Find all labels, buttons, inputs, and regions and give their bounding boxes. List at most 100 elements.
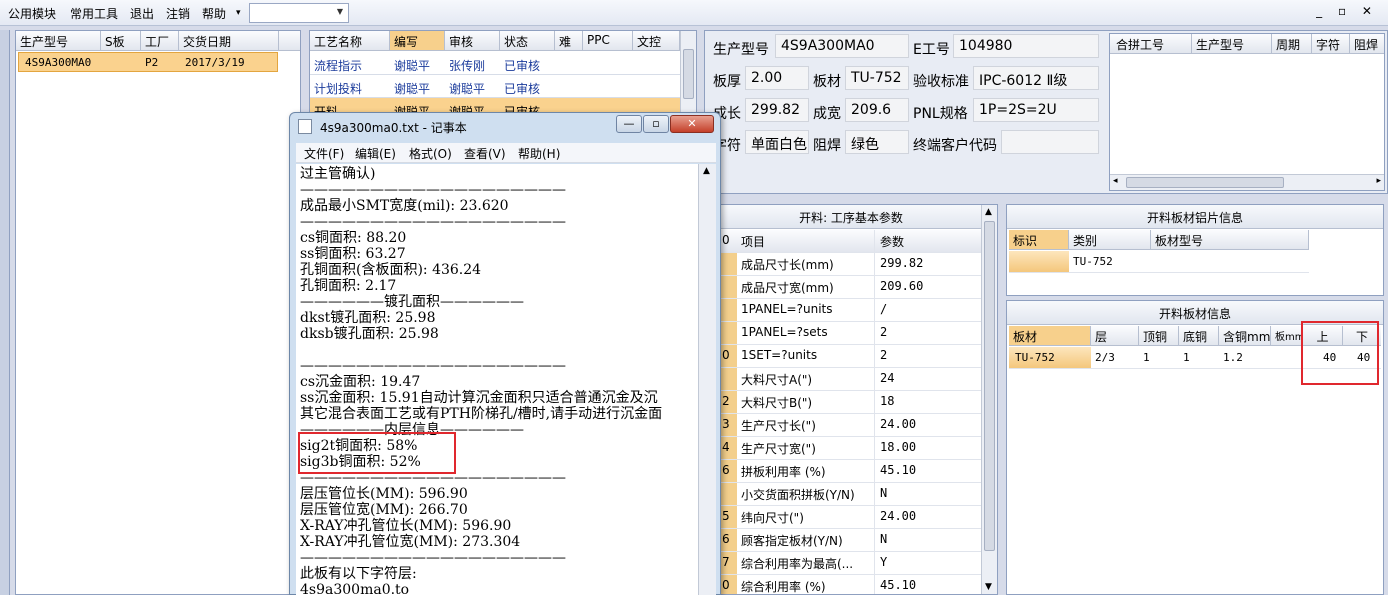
table-row[interactable]: 成品尺寸宽(mm) 209.60 [719, 276, 983, 299]
col-header-bottom-cu[interactable]: 底铜 [1179, 326, 1219, 345]
table-row[interactable]: 7 综合利用率为最高(... Y [719, 552, 983, 575]
menu-logout[interactable]: 注销 [166, 5, 190, 22]
col-header-ppc[interactable]: PPC [583, 31, 633, 50]
row-type: TU-752 [1073, 255, 1113, 268]
menu-common-module[interactable]: 公用模块 [8, 5, 56, 22]
row-item: 生产尺寸长(") [737, 414, 875, 436]
menu-format[interactable]: 格式(O) [409, 145, 452, 162]
col-header-cycle[interactable]: 周期 [1272, 34, 1312, 53]
table-row[interactable]: TU-752 [1009, 251, 1309, 273]
chevron-down-icon[interactable]: ▼ [337, 7, 343, 16]
table-row[interactable]: 4S9A300MA0 P2 2017/3/19 [18, 52, 278, 72]
col-header-cu-mm[interactable]: 含铜mm [1219, 326, 1271, 345]
model-field[interactable]: 4S9A300MA0 [775, 34, 909, 58]
thickness-field[interactable]: 2.00 [745, 66, 809, 90]
col-header-reviewer[interactable]: 审核 [445, 31, 500, 50]
col-header-mark[interactable]: 标识 [1009, 230, 1069, 249]
minimize-button[interactable]: — [616, 115, 642, 133]
col-header-process-name[interactable]: 工艺名称 [310, 31, 390, 50]
notepad-title: 4s9a300ma0.txt - 记事本 [320, 121, 467, 135]
col-header-status[interactable]: 状态 [500, 31, 555, 50]
col-header-top-cu[interactable]: 顶铜 [1139, 326, 1179, 345]
e-number-field[interactable]: 104980 [953, 34, 1099, 58]
scrollbar-thumb[interactable] [984, 221, 995, 551]
combined-jobs-grid: 合拼工号 生产型号 周期 字符 阻焊 ◂ ▸ [1109, 33, 1385, 191]
table-row[interactable]: 计划投料 谢聪平 谢聪平 已审核 [310, 75, 680, 98]
notepad-text-area[interactable]: 过主管确认) ——————————————————— 成品最小SMT宽度(mil… [296, 164, 698, 595]
toolbar-combo[interactable]: ▼ [249, 3, 349, 23]
notepad-scrollbar[interactable]: ▲ [698, 164, 716, 595]
table-row[interactable]: 2 大料尺寸B(") 18 [719, 391, 983, 414]
scroll-down-icon[interactable]: ▼ [985, 582, 992, 592]
col-header-type[interactable]: 类别 [1069, 230, 1151, 249]
col-header-layer[interactable]: 层 [1091, 326, 1139, 345]
table-row[interactable]: 1PANEL=?sets 2 [719, 322, 983, 345]
table-row[interactable]: 0 综合利用率 (%) 45.10 [719, 575, 983, 594]
table-row[interactable]: 成品尺寸长(mm) 299.82 [719, 253, 983, 276]
table-row[interactable]: 流程指示 谢聪平 张传刚 已审核 [310, 52, 680, 75]
table-row[interactable]: 小交货面积拼板(Y/N) N [719, 483, 983, 506]
table-row[interactable]: 6 顾客指定板材(Y/N) N [719, 529, 983, 552]
left-collapse-strip[interactable] [0, 30, 10, 595]
scroll-up-icon[interactable]: ▲ [985, 207, 992, 217]
row-index: 5 [719, 506, 737, 528]
col-header-combined-job[interactable]: 合拼工号 [1110, 34, 1192, 53]
table-row[interactable]: 4 生产尺寸宽(") 18.00 [719, 437, 983, 460]
table-row[interactable]: 0 1SET=?units 2 [719, 345, 983, 368]
col-header-writer[interactable]: 编写 [390, 31, 445, 50]
col-header-silkscreen[interactable]: 字符 [1312, 34, 1350, 53]
scroll-up-icon[interactable]: ▲ [703, 166, 710, 176]
col-header-board-model[interactable]: 板材型号 [1151, 230, 1309, 249]
maximize-button[interactable]: ▫ [643, 115, 669, 133]
col-header-soldermask[interactable]: 阻焊 [1350, 34, 1386, 53]
mdi-window-controls[interactable]: _ ▫ ✕ [1316, 4, 1378, 18]
row-index: 2 [719, 391, 737, 413]
scrollbar-thumb[interactable] [1126, 177, 1284, 188]
col-header-delivery-date[interactable]: 交货日期 [179, 31, 279, 50]
text-line: cs沉金面积: 19.47 [300, 374, 421, 390]
combined-jobs-hscrollbar[interactable]: ◂ ▸ [1110, 174, 1384, 190]
close-button[interactable]: ✕ [670, 115, 714, 133]
table-row[interactable]: 大料尺寸A(") 24 [719, 368, 983, 391]
material-field[interactable]: TU-752 [845, 66, 909, 90]
menu-edit[interactable]: 编辑(E) [355, 145, 396, 162]
col-header-param[interactable]: 参数 [876, 230, 983, 252]
table-row[interactable]: 5 纬向尺寸(") 24.00 [719, 506, 983, 529]
table-row[interactable]: 6 拼板利用率 (%) 45.10 [719, 460, 983, 483]
col-header-board[interactable]: 板材 [1009, 326, 1091, 345]
row-top-cu: 1 [1143, 351, 1150, 364]
col-header-board-mm[interactable]: 板mm [1271, 326, 1303, 345]
silkscreen-field[interactable]: 单面白色 [745, 130, 809, 154]
table-row[interactable]: 1PANEL=?units / [719, 299, 983, 322]
pnl-field[interactable]: 1P=2S=2U [973, 98, 1099, 122]
text-line: 过主管确认) [300, 166, 376, 182]
scroll-right-icon[interactable]: ▸ [1376, 176, 1381, 186]
menu-exit[interactable]: 退出 [130, 5, 154, 22]
col-header-index: 0 [722, 233, 730, 247]
process-params-scrollbar[interactable]: ▲ ▼ [981, 205, 997, 594]
help-dropdown-icon[interactable]: ▾ [236, 8, 241, 18]
col-header-factory[interactable]: 工厂 [141, 31, 179, 50]
soldermask-field[interactable]: 绿色 [845, 130, 909, 154]
process-list-scrollbar[interactable] [680, 31, 696, 119]
menu-file[interactable]: 文件(F) [304, 145, 344, 162]
text-line: ss沉金面积: 15.91自动计算沉金面积只适合普通沉金及沉 [300, 390, 658, 406]
col-header-difficulty[interactable]: 难 [555, 31, 583, 50]
width-field[interactable]: 209.6 [845, 98, 909, 122]
col-header-model[interactable]: 生产型号 [16, 31, 101, 50]
scroll-left-icon[interactable]: ◂ [1113, 176, 1118, 186]
col-header-model[interactable]: 生产型号 [1192, 34, 1272, 53]
table-row[interactable]: 3 生产尺寸长(") 24.00 [719, 414, 983, 437]
col-header-s-board[interactable]: S板 [101, 31, 141, 50]
scrollbar-thumb[interactable] [683, 49, 694, 99]
standard-field[interactable]: IPC-6012 Ⅱ级 [973, 66, 1099, 90]
col-header-item[interactable]: 项目 [737, 230, 875, 252]
col-header-doc-control[interactable]: 文控 [633, 31, 680, 50]
menu-help[interactable]: 帮助(H) [518, 145, 560, 162]
menu-common-tools[interactable]: 常用工具 [70, 5, 118, 22]
menu-view[interactable]: 查看(V) [464, 145, 506, 162]
material-label: 板材 [813, 74, 841, 90]
length-field[interactable]: 299.82 [745, 98, 809, 122]
menu-help[interactable]: 帮助 [202, 5, 226, 22]
customer-code-field[interactable] [1001, 130, 1099, 154]
